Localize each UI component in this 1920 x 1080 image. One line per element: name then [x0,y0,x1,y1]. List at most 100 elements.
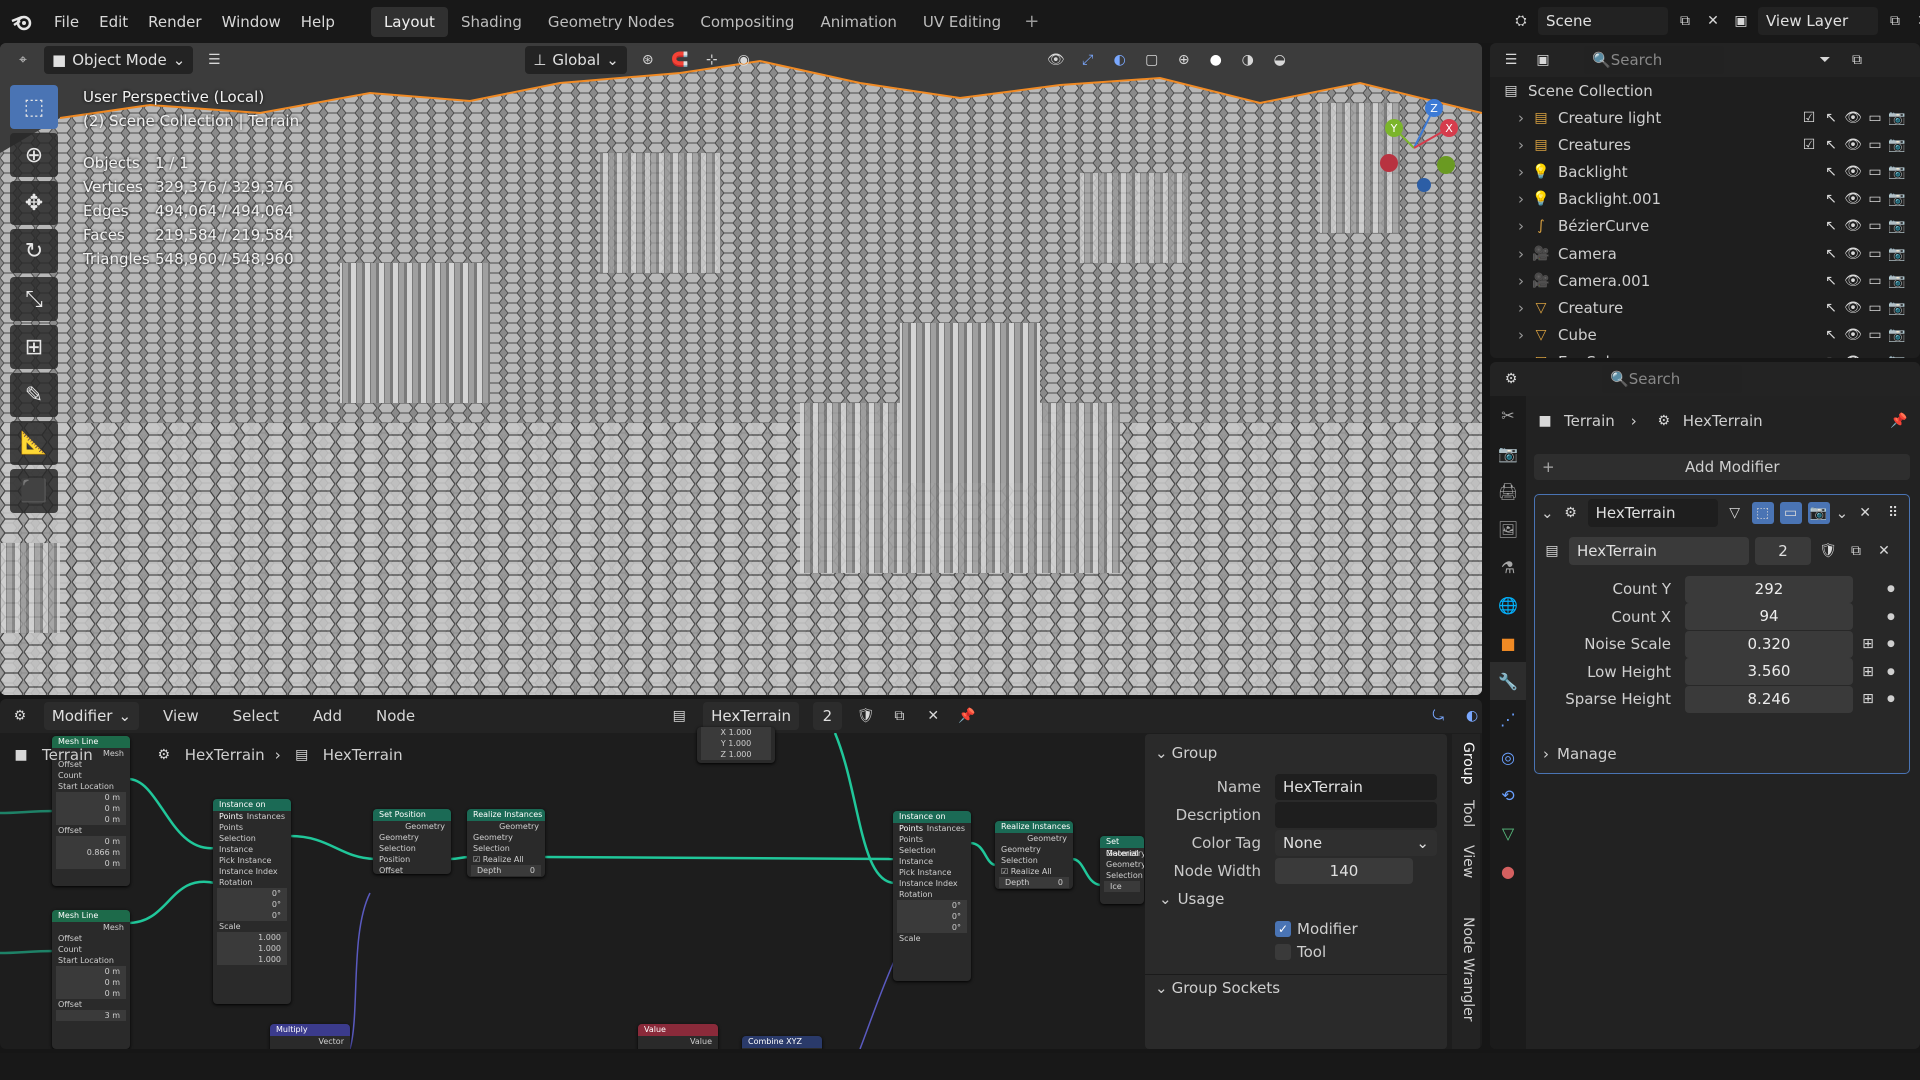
selectable-icon[interactable]: ↖ [1820,351,1842,358]
render-camera-icon[interactable]: 📷 [1886,270,1908,292]
rotation-y-field[interactable]: 0° [897,911,967,922]
node-realize-instances-1[interactable]: Realize Instances Geometry Geometry Sele… [467,809,545,877]
eye-icon[interactable]: 👁 [1842,215,1864,237]
render-camera-icon[interactable]: 📷 [1886,107,1908,129]
node-combine-xyz[interactable]: Combine XYZ [742,1036,822,1049]
fake-user-icon[interactable]: 🛡 [1817,540,1839,562]
exclude-checkbox-icon[interactable] [1798,243,1820,265]
outliner-row[interactable]: › ▤ Creature light ☑ ↖ 👁 ▭ 📷 [1490,104,1920,131]
expand-icon[interactable]: › [1518,190,1524,208]
outliner-item-label[interactable]: Camera [1558,245,1798,263]
pin-icon[interactable]: 📌 [957,705,977,727]
viewport-display-icon[interactable]: ▭ [1864,270,1886,292]
color-tag-dropdown[interactable]: None ⌄ [1275,830,1437,856]
constraints-tab-icon[interactable]: ⟲ [1490,776,1526,814]
orientation-selector[interactable]: ⊥ Global ⌄ [525,46,627,74]
modifier-name-field[interactable]: HexTerrain [1587,499,1718,527]
solid-shading-icon[interactable]: ● [1205,49,1227,71]
param-value-field[interactable]: 8.246 [1685,685,1853,713]
param-value-field[interactable]: 94 [1685,603,1853,630]
fake-user-icon[interactable]: 🛡 [856,705,876,727]
usage-subpanel-header[interactable]: ⌄ Usage [1145,886,1447,912]
node-width-field[interactable]: 140 [1275,858,1413,884]
outliner-item-label[interactable]: Camera.001 [1558,272,1798,290]
drag-handle-icon[interactable]: ⠿ [1882,502,1904,524]
gizmo-toggle-icon[interactable]: ⤢ [1077,49,1099,71]
cursor-icon[interactable]: ⊕ [10,133,58,177]
eye-icon[interactable]: 👁 [1842,351,1864,358]
tab-group[interactable]: Group [1456,738,1476,788]
outliner-row[interactable]: › 🎥 Camera.001 ↖ 👁 ▭ 📷 [1490,267,1920,294]
selectable-icon[interactable]: ↖ [1820,324,1842,346]
exclude-checkbox-icon[interactable] [1798,297,1820,319]
snap-icon[interactable]: 🧲 [669,49,691,71]
tab-node-wrangler[interactable]: Node Wrangler [1456,894,1476,1044]
outliner-row[interactable]: › 🎥 Camera ↖ 👁 ▭ 📷 [1490,240,1920,267]
pin-icon[interactable]: 📌 [1888,410,1910,432]
viewport-display-icon[interactable]: ▭ [1864,243,1886,265]
navigation-gizmo[interactable]: Z Y X [1364,93,1464,203]
eye-icon[interactable]: 👁 [1842,297,1864,319]
viewport-display-icon[interactable]: ▭ [1864,107,1886,129]
eye-icon[interactable]: 👁 [1842,107,1864,129]
particles-tab-icon[interactable]: ⋰ [1490,700,1526,738]
proportional-edit-icon[interactable]: ◉ [733,49,755,71]
start-x-field[interactable]: 0 m [56,792,126,803]
ne-menu-node[interactable]: Node [366,707,425,725]
eye-icon[interactable]: 👁 [1842,243,1864,265]
scene-icon[interactable]: ⛭ [1510,10,1532,32]
delete-view-layer-icon[interactable]: ✕ [1912,10,1920,32]
node-group-name-field[interactable]: HexTerrain [1569,537,1749,565]
delete-scene-icon[interactable]: ✕ [1702,10,1724,32]
collapse-icon[interactable]: ⌄ [1541,504,1554,522]
expand-icon[interactable]: › [1518,136,1524,154]
render-camera-icon[interactable]: 📷 [1886,324,1908,346]
exclude-checkbox-icon[interactable]: ☑ [1798,134,1820,156]
start-z-field[interactable]: 0 m [56,814,126,825]
scene-field[interactable]: Scene [1538,7,1668,35]
move-icon[interactable]: ✥ [10,181,58,225]
viewport-display-icon[interactable]: ▭ [1864,161,1886,183]
mode-selector[interactable]: ■ Object Mode ⌄ [44,46,194,74]
duplicate-icon[interactable]: ⧉ [1845,540,1867,562]
attribute-toggle-icon[interactable]: ⊞ [1857,661,1879,683]
outliner-item-label[interactable]: BézierCurve [1558,217,1798,235]
modifier-tab-icon[interactable]: 🔧 [1490,662,1526,700]
outliner-item-label[interactable]: Creature [1558,299,1798,317]
outliner-type-icon[interactable]: ☰ [1500,49,1522,71]
exclude-checkbox-icon[interactable]: ☑ [1798,107,1820,129]
param-value-field[interactable]: 292 [1685,575,1853,603]
keyframe-dot-icon[interactable]: ● [1887,694,1895,704]
ne-menu-select[interactable]: Select [223,707,289,725]
outliner-item-label[interactable]: Cube [1558,326,1798,344]
render-camera-icon[interactable]: 📷 [1886,243,1908,265]
outliner-row-scene-collection[interactable]: ▤ Scene Collection [1490,77,1920,104]
manage-subpanel[interactable]: › Manage [1543,745,1617,763]
pick-instance-checkbox[interactable]: Pick Instance [893,867,971,878]
select-box-icon[interactable]: ⬚ [10,85,58,129]
tool-checkbox[interactable] [1275,944,1291,960]
usage-tool-row[interactable]: Tool [1145,941,1447,963]
rendered-shading-icon[interactable]: ◒ [1269,49,1291,71]
render-camera-icon[interactable]: 📷 [1886,215,1908,237]
output-tab-icon[interactable]: 🖨 [1490,472,1526,510]
keyframe-dot-icon[interactable]: ● [1887,639,1895,649]
start-y-field[interactable]: 0 m [56,803,126,814]
rotation-x-field[interactable]: 0° [897,900,967,911]
param-value-field[interactable]: 3.560 [1685,658,1853,685]
node-editor-type-icon[interactable]: ⚙ [10,705,30,727]
tab-shading[interactable]: Shading [448,7,535,37]
outliner-item-label[interactable]: Backlight.001 [1558,190,1798,208]
realize-all-checkbox[interactable]: ☑ Realize All [467,854,545,865]
expand-icon[interactable]: › [1518,326,1524,344]
new-collection-icon[interactable]: ⧉ [1846,49,1868,71]
node-tree-type-selector[interactable]: Modifier ⌄ [43,702,140,730]
value-x-field[interactable]: X 1.000 [701,727,771,738]
material-tab-icon[interactable]: ● [1490,852,1526,890]
render-camera-icon[interactable]: 📷 [1886,161,1908,183]
eye-icon[interactable]: 👁 [1842,188,1864,210]
node-set-position[interactable]: Set Position Geometry Geometry Selection… [373,809,451,874]
material-field[interactable]: Ice [1104,881,1140,892]
attribute-toggle-icon[interactable]: ⊞ [1857,688,1879,710]
expand-icon[interactable]: › [1518,353,1524,358]
